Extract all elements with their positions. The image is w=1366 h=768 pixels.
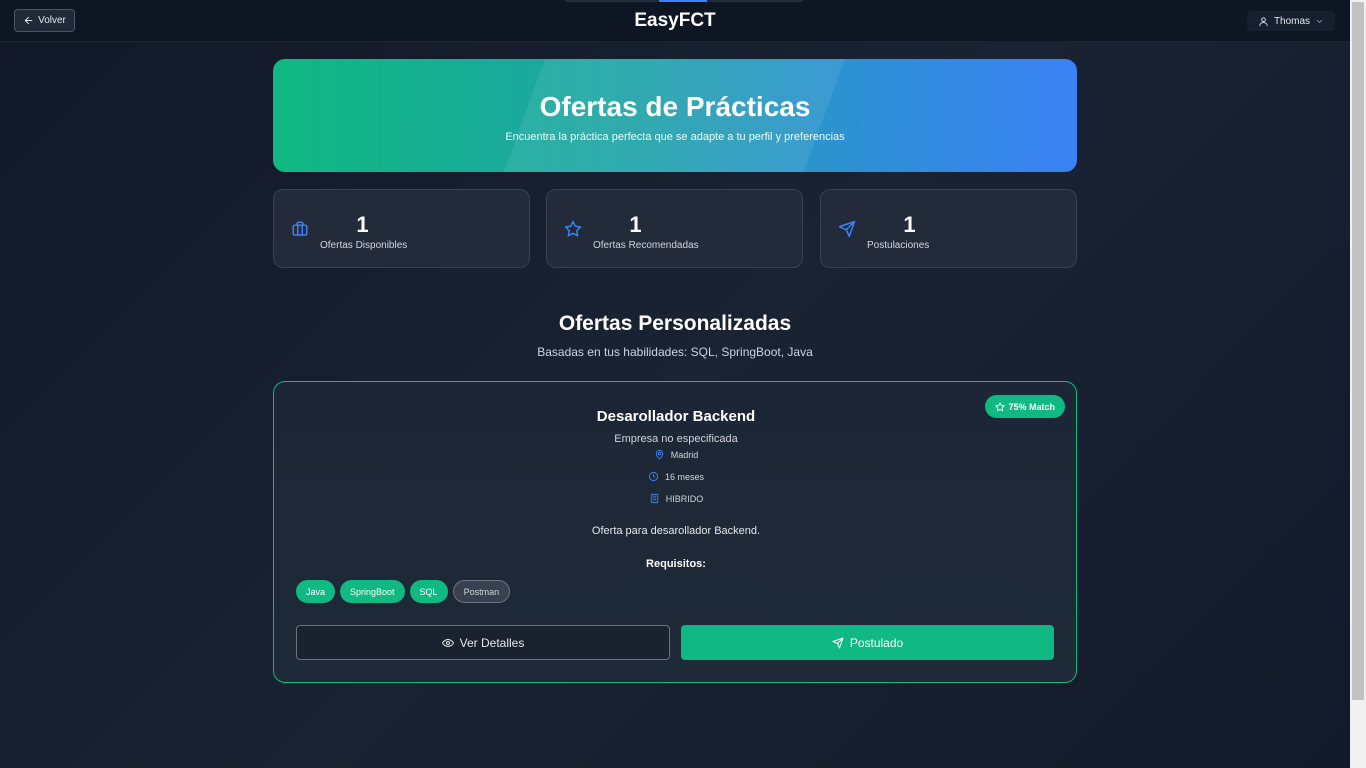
eye-icon [441, 637, 454, 649]
stat-value: 1 [629, 212, 642, 237]
user-icon [1258, 16, 1269, 27]
section-title: Ofertas Personalizadas [558, 312, 792, 335]
top-bar: Volver EasyFCT Thomas [0, 0, 1350, 42]
map-pin-icon [654, 449, 665, 460]
stat-label: Postulaciones [867, 240, 930, 251]
building-icon [649, 493, 660, 504]
requirement-tag: Postman [452, 580, 511, 603]
offer-card: 75% Match Desarollador Backend Empresa n… [273, 381, 1077, 683]
requirements-tags: Java SpringBoot SQL Postman [296, 580, 511, 603]
offer-location: Madrid [274, 449, 1078, 460]
requirement-tag: SQL [409, 580, 448, 603]
page-subtitle: Encuentra la práctica perfecta que se ad… [505, 131, 845, 143]
page-title: Ofertas de Prácticas [539, 91, 811, 122]
requirement-tag: SpringBoot [340, 580, 405, 603]
apply-label: Postulado [849, 635, 904, 650]
stat-card-applications: 1 Postulaciones [820, 189, 1077, 268]
section-subtitle: Basadas en tus habilidades: SQL, SpringB… [537, 345, 813, 359]
view-details-button[interactable]: Ver Detalles [296, 625, 670, 660]
send-icon [832, 637, 844, 649]
chevron-down-icon [1315, 17, 1324, 26]
user-menu-button[interactable]: Thomas [1247, 11, 1335, 31]
requirements-title: Requisitos: [646, 558, 706, 570]
hero-banner: Ofertas de Prácticas Encuentra la prácti… [273, 59, 1077, 172]
send-icon [838, 220, 856, 238]
offer-description: Oferta para desarollador Backend. [591, 525, 761, 537]
clock-icon [648, 471, 659, 482]
stat-card-available: 1 Ofertas Disponibles [273, 189, 530, 268]
top-accent-indicator [659, 0, 707, 2]
offer-modality-text: HIBRIDO [665, 493, 704, 504]
app-title: EasyFCT [634, 10, 716, 31]
requirement-tag: Java [296, 580, 336, 603]
view-details-label: Ver Detalles [459, 635, 525, 650]
stat-card-recommended: 1 Ofertas Recomendadas [546, 189, 803, 268]
stat-value: 1 [356, 212, 369, 237]
star-icon [564, 220, 582, 238]
scrollbar-thumb[interactable] [1352, 2, 1364, 700]
offer-location-text: Madrid [670, 449, 699, 460]
offer-modality: HIBRIDO [274, 493, 1078, 504]
offer-duration-text: 16 meses [664, 471, 705, 482]
apply-button[interactable]: Postulado [681, 625, 1054, 660]
offer-title: Desarollador Backend [596, 408, 756, 425]
stat-label: Ofertas Recomendadas [593, 240, 699, 251]
briefcase-icon [291, 220, 309, 238]
offer-company: Empresa no especificada [614, 433, 738, 445]
user-name: Thomas [1273, 15, 1311, 27]
stat-label: Ofertas Disponibles [320, 240, 408, 251]
offer-duration: 16 meses [274, 471, 1078, 482]
stat-value: 1 [903, 212, 916, 237]
